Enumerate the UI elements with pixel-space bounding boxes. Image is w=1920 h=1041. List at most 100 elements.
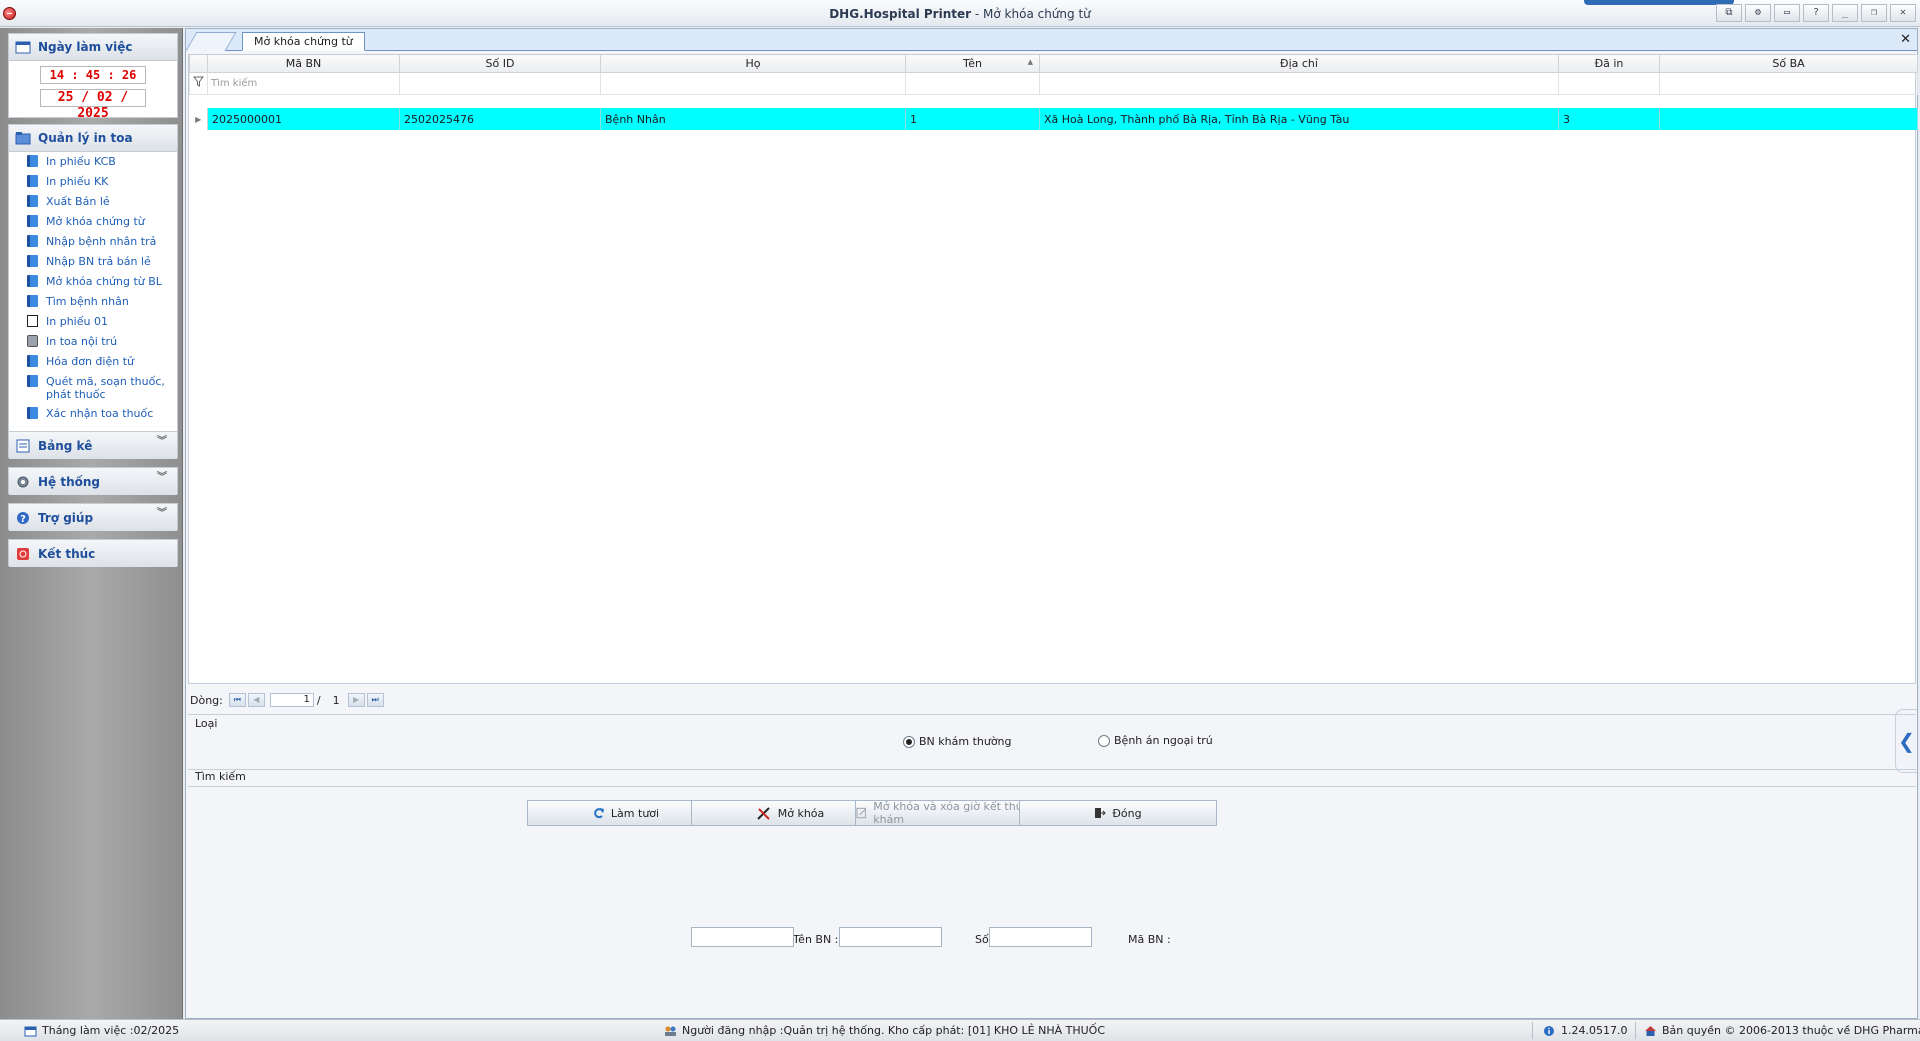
indicator-header [189, 55, 208, 73]
radio-normal-exam-label: BN khám thường [919, 735, 1012, 748]
filter-cell-so-id[interactable] [399, 71, 601, 95]
radio-selected-icon [903, 735, 915, 748]
sidebar-item-label: In toa nội trú [46, 335, 118, 348]
filter-cell-ho[interactable] [600, 71, 906, 95]
cell-ma-bn[interactable]: 2025000001 [207, 108, 400, 130]
report-icon [16, 439, 30, 452]
book-icon [27, 407, 38, 419]
window-title: DHG.Hospital Printer - Mở khóa chứng từ [0, 7, 1920, 21]
tab-unlock-documents[interactable]: Mở khóa chứng từ [242, 32, 365, 51]
sidebar: Ngày làm việc 14 : 45 : 26 25 / 02 / 202… [0, 28, 183, 1019]
spacer-row [190, 94, 1918, 108]
pager-label: Dòng: [190, 693, 223, 707]
sidebar-item[interactable]: Quét mã, soạn thuốc, phát thuốc [9, 372, 177, 404]
restore-button[interactable]: ❐ [1861, 4, 1887, 22]
working-day-title: Ngày làm việc [38, 40, 133, 54]
column-header[interactable]: Địa chỉ [1039, 55, 1559, 73]
status-copyright: Bản quyền © 2006-2013 thuộc về DHG Pharm… [1644, 1024, 1920, 1037]
settings-button[interactable]: ⚙ [1745, 4, 1771, 22]
column-header[interactable]: Số BA [1659, 55, 1918, 73]
report-panel: Bảng kê ︾ [8, 431, 178, 459]
sidebar-item[interactable]: Nhập bệnh nhân trả [9, 232, 177, 252]
column-header[interactable]: Họ [600, 55, 906, 73]
building-icon [1645, 1025, 1656, 1036]
pager-separator: / [316, 693, 321, 707]
page-input[interactable]: 1 [269, 693, 314, 707]
calendar-icon [15, 41, 31, 54]
column-header[interactable]: Số ID [399, 55, 601, 73]
expand-chevron-icon[interactable]: ︾ [157, 509, 167, 519]
close-tab-icon[interactable]: ✕ [1900, 32, 1911, 47]
sidebar-item[interactable]: In phiếu KK [9, 172, 177, 192]
sidebar-item[interactable]: In phiếu KCB [9, 152, 177, 172]
sidebar-item[interactable]: Hóa đơn điện tử [9, 352, 177, 372]
close-window-button[interactable]: ✕ [1890, 4, 1916, 22]
edit-icon [856, 807, 866, 819]
exit-header[interactable]: Kết thúc [9, 540, 177, 567]
row-indicator-icon[interactable]: ▶ [189, 108, 208, 130]
filter-cell-ma-bn[interactable]: Tìm kiếm [207, 71, 400, 95]
filter-cell-da-in[interactable] [1558, 71, 1660, 95]
sidebar-item-label: Mở khóa chứng từ [46, 215, 145, 228]
sidebar-item[interactable]: Nhập BN trả bán lẻ [9, 252, 177, 272]
sidebar-item[interactable]: Tìm bệnh nhân [9, 292, 177, 312]
tab-blank[interactable] [185, 32, 237, 51]
column-header[interactable]: Mã BN [207, 55, 400, 73]
sidebar-item[interactable]: In phiếu 01 [9, 312, 177, 332]
help-button[interactable]: ? [1803, 4, 1829, 22]
sidebar-item[interactable]: Xuất Bán lẻ [9, 192, 177, 212]
cell-so-ba[interactable] [1659, 108, 1918, 130]
sidebar-item[interactable]: Xác nhận toa thuốc [9, 404, 177, 424]
prev-page-icon[interactable]: ◀ [247, 693, 265, 707]
book-icon [27, 175, 38, 187]
sidebar-item[interactable]: Mở khóa chứng từ BL [9, 272, 177, 292]
filter-cell-so-ba[interactable] [1659, 71, 1918, 95]
filter-row: Tìm kiếm [189, 71, 1918, 95]
patient-name-input[interactable] [691, 927, 794, 947]
patient-code-input[interactable] [989, 927, 1092, 947]
report-header[interactable]: Bảng kê ︾ [9, 432, 177, 459]
cell-dia-chi[interactable]: Xã Hoà Long, Thành phố Bà Rịa, Tỉnh Bà R… [1039, 108, 1559, 130]
filter-cell-ten[interactable] [905, 71, 1040, 95]
sidebar-item[interactable]: Mở khóa chứng từ [9, 212, 177, 232]
cell-ten[interactable]: 1 [905, 108, 1040, 130]
column-header[interactable]: Đã in [1558, 55, 1660, 73]
table-row[interactable]: ▶ 2025000001 2502025476 Bệnh Nhân 1 Xã H… [189, 108, 1918, 130]
pager-total: 1 [332, 693, 340, 707]
radio-unselected-icon [1098, 734, 1110, 747]
column-header-sorted[interactable]: Tên ▲ [905, 55, 1040, 73]
folder-icon [15, 132, 31, 145]
filter-cell-dia-chi[interactable] [1039, 71, 1559, 95]
expand-chevron-icon[interactable]: ︾ [157, 437, 167, 447]
working-day-header[interactable]: Ngày làm việc [9, 34, 177, 61]
minimize-button[interactable]: _ [1832, 4, 1858, 22]
filter-icon[interactable] [189, 71, 208, 95]
screen-button[interactable]: ▭ [1774, 4, 1800, 22]
system-header[interactable]: Hệ thống ︾ [9, 468, 177, 495]
first-page-icon[interactable]: ⏮ [228, 693, 246, 707]
radio-normal-exam[interactable]: BN khám thường [903, 735, 1012, 748]
working-date: 25 / 02 / 2025 [40, 89, 146, 121]
radio-outpatient-record[interactable]: Bệnh án ngoại trú [1098, 734, 1213, 747]
next-page-icon[interactable]: ▶ [347, 693, 365, 707]
tab-strip: Mở khóa chứng từ ✕ [185, 29, 1917, 51]
system-title: Hệ thống [38, 474, 101, 489]
help-header[interactable]: ? Trợ giúp ︾ [9, 504, 177, 531]
print-mgmt-header[interactable]: Quản lý in toa [9, 125, 177, 152]
column-header-label: Tên [963, 56, 982, 70]
status-user: Người đăng nhập :Quản trị hệ thống. Kho … [664, 1024, 1105, 1037]
tile-windows-button[interactable]: ⧉ [1716, 4, 1742, 22]
close-button[interactable]: Đóng [1019, 800, 1217, 826]
document-icon [27, 315, 38, 327]
sidebar-item[interactable]: In toa nội trú [9, 332, 177, 352]
last-page-icon[interactable]: ⏭ [366, 693, 384, 707]
expand-chevron-icon[interactable]: ︾ [157, 473, 167, 483]
close-label: Đóng [1112, 806, 1142, 820]
cell-so-id[interactable]: 2502025476 [399, 108, 601, 130]
cell-ho[interactable]: Bệnh Nhân [600, 108, 906, 130]
cell-da-in[interactable]: 3 [1558, 108, 1660, 130]
id-number-input[interactable] [839, 927, 942, 947]
sidebar-item-label: Nhập BN trả bán lẻ [46, 255, 151, 268]
book-icon [27, 295, 38, 307]
status-copyright-text: Bản quyền © 2006-2013 thuộc về DHG Pharm… [1662, 1024, 1920, 1037]
